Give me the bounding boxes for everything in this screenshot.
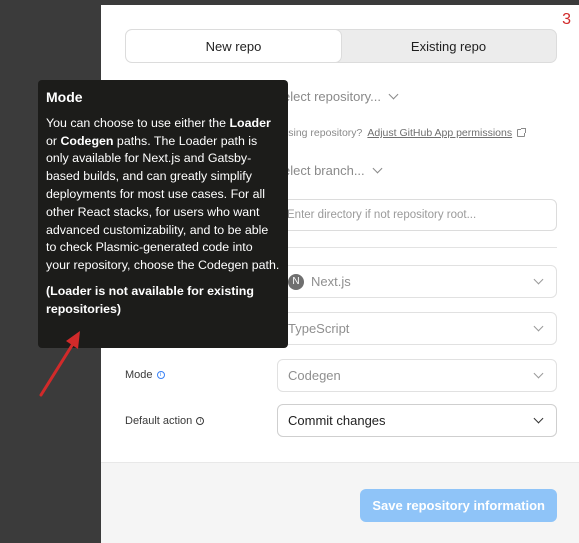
default-action-value: Commit changes (288, 413, 386, 428)
directory-input[interactable]: Enter directory if not repository root..… (277, 199, 557, 231)
tooltip-body: You can choose to use either the Loader … (46, 115, 280, 275)
adjust-permissions-link[interactable]: Adjust GitHub App permissions (367, 127, 512, 139)
language-select[interactable]: TypeScript (277, 312, 557, 345)
info-icon[interactable]: i (156, 371, 165, 379)
mode-select[interactable]: Codegen (277, 359, 557, 392)
framework-value: Next.js (311, 274, 351, 289)
branch-select-placeholder: elect branch... (283, 163, 365, 178)
mode-value: Codegen (288, 368, 341, 383)
save-repository-button[interactable]: Save repository information (360, 489, 557, 522)
chevron-down-icon (388, 89, 399, 100)
info-icon[interactable]: i (196, 417, 205, 425)
tooltip-note: (Loader is not available for existing re… (46, 283, 254, 316)
default-action-label-text: Default action (125, 415, 193, 427)
repository-select-placeholder: elect repository... (283, 89, 382, 104)
tooltip-codegen-term: Codegen (60, 133, 114, 148)
section-divider (277, 247, 557, 248)
language-value: TypeScript (288, 321, 350, 336)
tab-existing-repo[interactable]: Existing repo (341, 30, 556, 62)
tooltip-loader-term: Loader (229, 115, 271, 130)
missing-repository-note: ssing repository? Adjust GitHub App perm… (283, 127, 527, 139)
mode-label-text: Mode (125, 369, 153, 381)
tab-new-repo[interactable]: New repo (126, 30, 341, 62)
directory-input-placeholder: Enter directory if not repository root..… (287, 209, 477, 221)
mode-label: Mode i (125, 369, 165, 381)
tooltip-text: paths. The Loader path is only available… (46, 133, 280, 273)
chevron-down-icon (372, 163, 383, 174)
chevron-down-icon (533, 413, 544, 424)
chevron-down-icon (533, 368, 544, 379)
framework-select[interactable]: N Next.js (277, 265, 557, 298)
default-action-select[interactable]: Commit changes (277, 404, 557, 437)
tooltip-text: You can choose to use either the (46, 115, 230, 130)
tooltip-title: Mode (46, 89, 83, 105)
repo-type-toggle: New repo Existing repo (125, 29, 557, 63)
step-number-annotation: 3 (562, 11, 571, 28)
chevron-down-icon (533, 321, 544, 332)
tooltip-text: or (46, 133, 61, 148)
mode-tooltip: Mode You can choose to use either the Lo… (38, 80, 288, 348)
red-arrow-annotation (39, 331, 80, 397)
branch-select[interactable]: elect branch... (283, 163, 383, 178)
external-link-icon (517, 128, 527, 137)
nextjs-logo-icon: N (288, 273, 304, 290)
chevron-down-icon (533, 274, 544, 285)
default-action-label: Default action i (125, 415, 205, 427)
repository-select[interactable]: elect repository... (283, 89, 399, 104)
panel-footer: Save repository information (101, 462, 579, 543)
missing-repository-text: ssing repository? (283, 127, 363, 139)
